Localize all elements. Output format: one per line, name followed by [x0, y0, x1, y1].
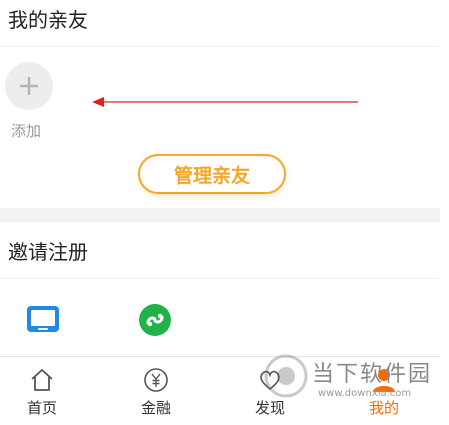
mini-program-icon[interactable]: [138, 303, 172, 337]
watermark-text: 当下软件园: [312, 362, 433, 387]
tab-label: 金融: [140, 399, 171, 417]
tablet-icon[interactable]: [26, 303, 60, 337]
red-arrow-annotation: [92, 97, 358, 107]
watermark-url: www.downxia.com: [318, 388, 412, 399]
yuan-icon: [126, 365, 186, 395]
friends-section-title: 我的亲友: [8, 8, 88, 32]
tab-label: 我的: [368, 399, 399, 417]
invite-section-title: 邀请注册: [8, 240, 88, 264]
tab-label: 发现: [254, 399, 285, 417]
add-label: 添加: [11, 122, 42, 140]
add-friend-button[interactable]: [5, 62, 53, 110]
section-gap: [0, 208, 440, 222]
divider: [0, 46, 439, 47]
divider: [0, 278, 439, 279]
tab-home[interactable]: 首页: [12, 365, 72, 418]
tab-finance[interactable]: 金融: [126, 365, 186, 418]
watermark-logo-icon: [264, 354, 308, 398]
manage-friends-button[interactable]: 管理亲友: [138, 154, 286, 194]
tab-label: 首页: [26, 399, 57, 417]
plus-icon: [20, 77, 38, 95]
home-icon: [12, 365, 72, 395]
